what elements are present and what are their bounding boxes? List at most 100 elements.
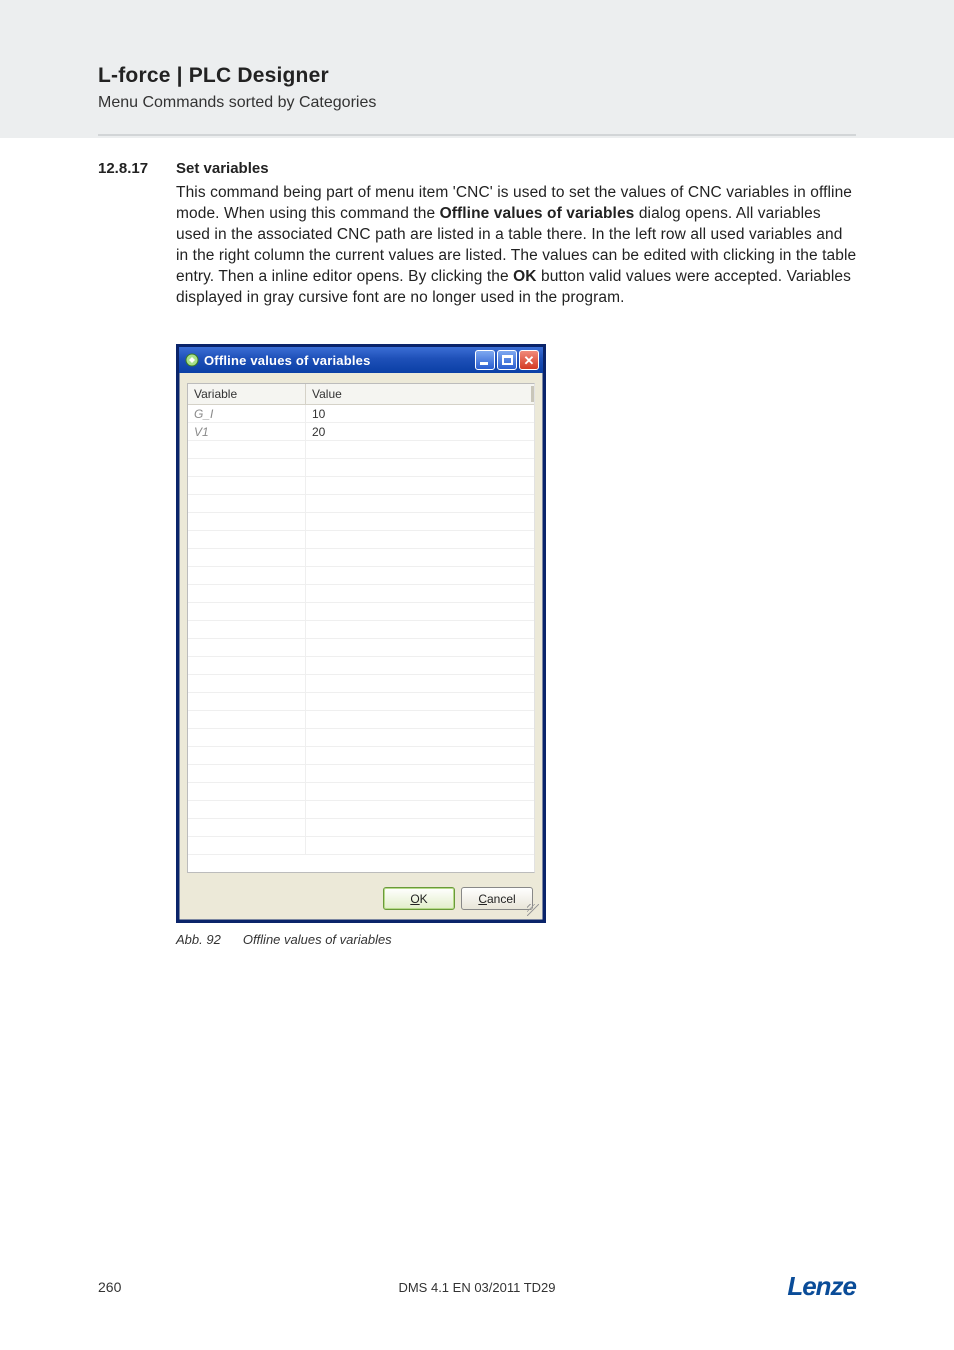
maximize-button[interactable] (497, 350, 517, 370)
table-row-empty[interactable] (188, 495, 534, 513)
table-row-empty[interactable] (188, 513, 534, 531)
dialog-title: Offline values of variables (204, 353, 473, 368)
cell-variable[interactable] (188, 459, 306, 476)
ok-rest: K (420, 892, 428, 906)
table-row-empty[interactable] (188, 801, 534, 819)
cell-variable[interactable] (188, 819, 306, 836)
cancel-button[interactable]: Cancel (461, 887, 533, 910)
table-row-empty[interactable] (188, 819, 534, 837)
cell-value[interactable] (306, 747, 534, 764)
dialog-screenshot: Offline values of variables ✕ Variable V… (176, 344, 546, 923)
page-header: L-force | PLC Designer Menu Commands sor… (98, 64, 376, 112)
cell-variable[interactable] (188, 801, 306, 818)
cell-value[interactable] (306, 801, 534, 818)
cell-variable[interactable]: V1 (188, 423, 306, 440)
table-row-empty[interactable] (188, 549, 534, 567)
cell-value[interactable] (306, 441, 534, 458)
cell-variable[interactable] (188, 639, 306, 656)
cell-value[interactable] (306, 783, 534, 800)
cell-variable[interactable] (188, 477, 306, 494)
column-header-value[interactable]: Value (306, 384, 534, 404)
cell-value[interactable] (306, 567, 534, 584)
cell-variable[interactable]: G_I (188, 405, 306, 422)
grid-header: Variable Value (188, 384, 534, 405)
cell-value[interactable] (306, 765, 534, 782)
cell-value[interactable] (306, 549, 534, 566)
cell-variable[interactable] (188, 675, 306, 692)
table-row-empty[interactable] (188, 459, 534, 477)
footer-logo: Lenze (787, 1271, 856, 1302)
cell-variable[interactable] (188, 441, 306, 458)
cell-variable[interactable] (188, 531, 306, 548)
cell-value[interactable] (306, 693, 534, 710)
ok-button[interactable]: OK (383, 887, 455, 910)
header-separator (98, 134, 856, 136)
cell-value[interactable] (306, 513, 534, 530)
cell-value[interactable] (306, 459, 534, 476)
table-row-empty[interactable] (188, 567, 534, 585)
table-row[interactable]: V120 (188, 423, 534, 441)
cell-variable[interactable] (188, 567, 306, 584)
cell-value[interactable] (306, 819, 534, 836)
minimize-button[interactable] (475, 350, 495, 370)
table-row-empty[interactable] (188, 531, 534, 549)
table-row-empty[interactable] (188, 621, 534, 639)
cell-variable[interactable] (188, 603, 306, 620)
cell-variable[interactable] (188, 549, 306, 566)
cell-variable[interactable] (188, 747, 306, 764)
figure-label: Abb. 92 (176, 932, 221, 947)
cell-value[interactable] (306, 729, 534, 746)
table-row-empty[interactable] (188, 783, 534, 801)
section-heading: Set variables (176, 160, 269, 177)
close-icon: ✕ (524, 354, 535, 367)
table-row-empty[interactable] (188, 603, 534, 621)
cell-variable[interactable] (188, 837, 306, 854)
dialog-titlebar[interactable]: Offline values of variables ✕ (179, 347, 543, 373)
table-row-empty[interactable] (188, 441, 534, 459)
table-row-empty[interactable] (188, 657, 534, 675)
resize-grip[interactable] (527, 904, 539, 916)
table-row-empty[interactable] (188, 747, 534, 765)
app-icon (185, 353, 199, 367)
variables-grid[interactable]: Variable Value G_I10V120 (187, 383, 535, 873)
cell-value[interactable] (306, 495, 534, 512)
table-row-empty[interactable] (188, 675, 534, 693)
cell-variable[interactable] (188, 783, 306, 800)
cell-variable[interactable] (188, 693, 306, 710)
close-button[interactable]: ✕ (519, 350, 539, 370)
table-row-empty[interactable] (188, 585, 534, 603)
cell-value[interactable] (306, 657, 534, 674)
column-resizer[interactable] (531, 386, 534, 402)
cell-value[interactable] (306, 675, 534, 692)
cell-value[interactable] (306, 837, 534, 854)
cell-value[interactable] (306, 621, 534, 638)
table-row[interactable]: G_I10 (188, 405, 534, 423)
table-row-empty[interactable] (188, 711, 534, 729)
cell-value[interactable] (306, 585, 534, 602)
cell-value[interactable] (306, 531, 534, 548)
cell-variable[interactable] (188, 495, 306, 512)
doc-title: L-force | PLC Designer (98, 64, 376, 88)
table-row-empty[interactable] (188, 837, 534, 855)
figure-text: Offline values of variables (243, 932, 392, 947)
cell-value[interactable] (306, 711, 534, 728)
cell-variable[interactable] (188, 657, 306, 674)
cell-variable[interactable] (188, 765, 306, 782)
cell-value[interactable] (306, 477, 534, 494)
cell-variable[interactable] (188, 711, 306, 728)
cell-variable[interactable] (188, 585, 306, 602)
table-row-empty[interactable] (188, 729, 534, 747)
cell-variable[interactable] (188, 729, 306, 746)
maximize-icon (502, 355, 513, 365)
table-row-empty[interactable] (188, 477, 534, 495)
cell-value[interactable]: 10 (306, 405, 534, 422)
table-row-empty[interactable] (188, 693, 534, 711)
table-row-empty[interactable] (188, 639, 534, 657)
column-header-variable[interactable]: Variable (188, 384, 306, 404)
cell-value[interactable] (306, 603, 534, 620)
table-row-empty[interactable] (188, 765, 534, 783)
cell-value[interactable]: 20 (306, 423, 534, 440)
cell-value[interactable] (306, 639, 534, 656)
cell-variable[interactable] (188, 621, 306, 638)
cell-variable[interactable] (188, 513, 306, 530)
